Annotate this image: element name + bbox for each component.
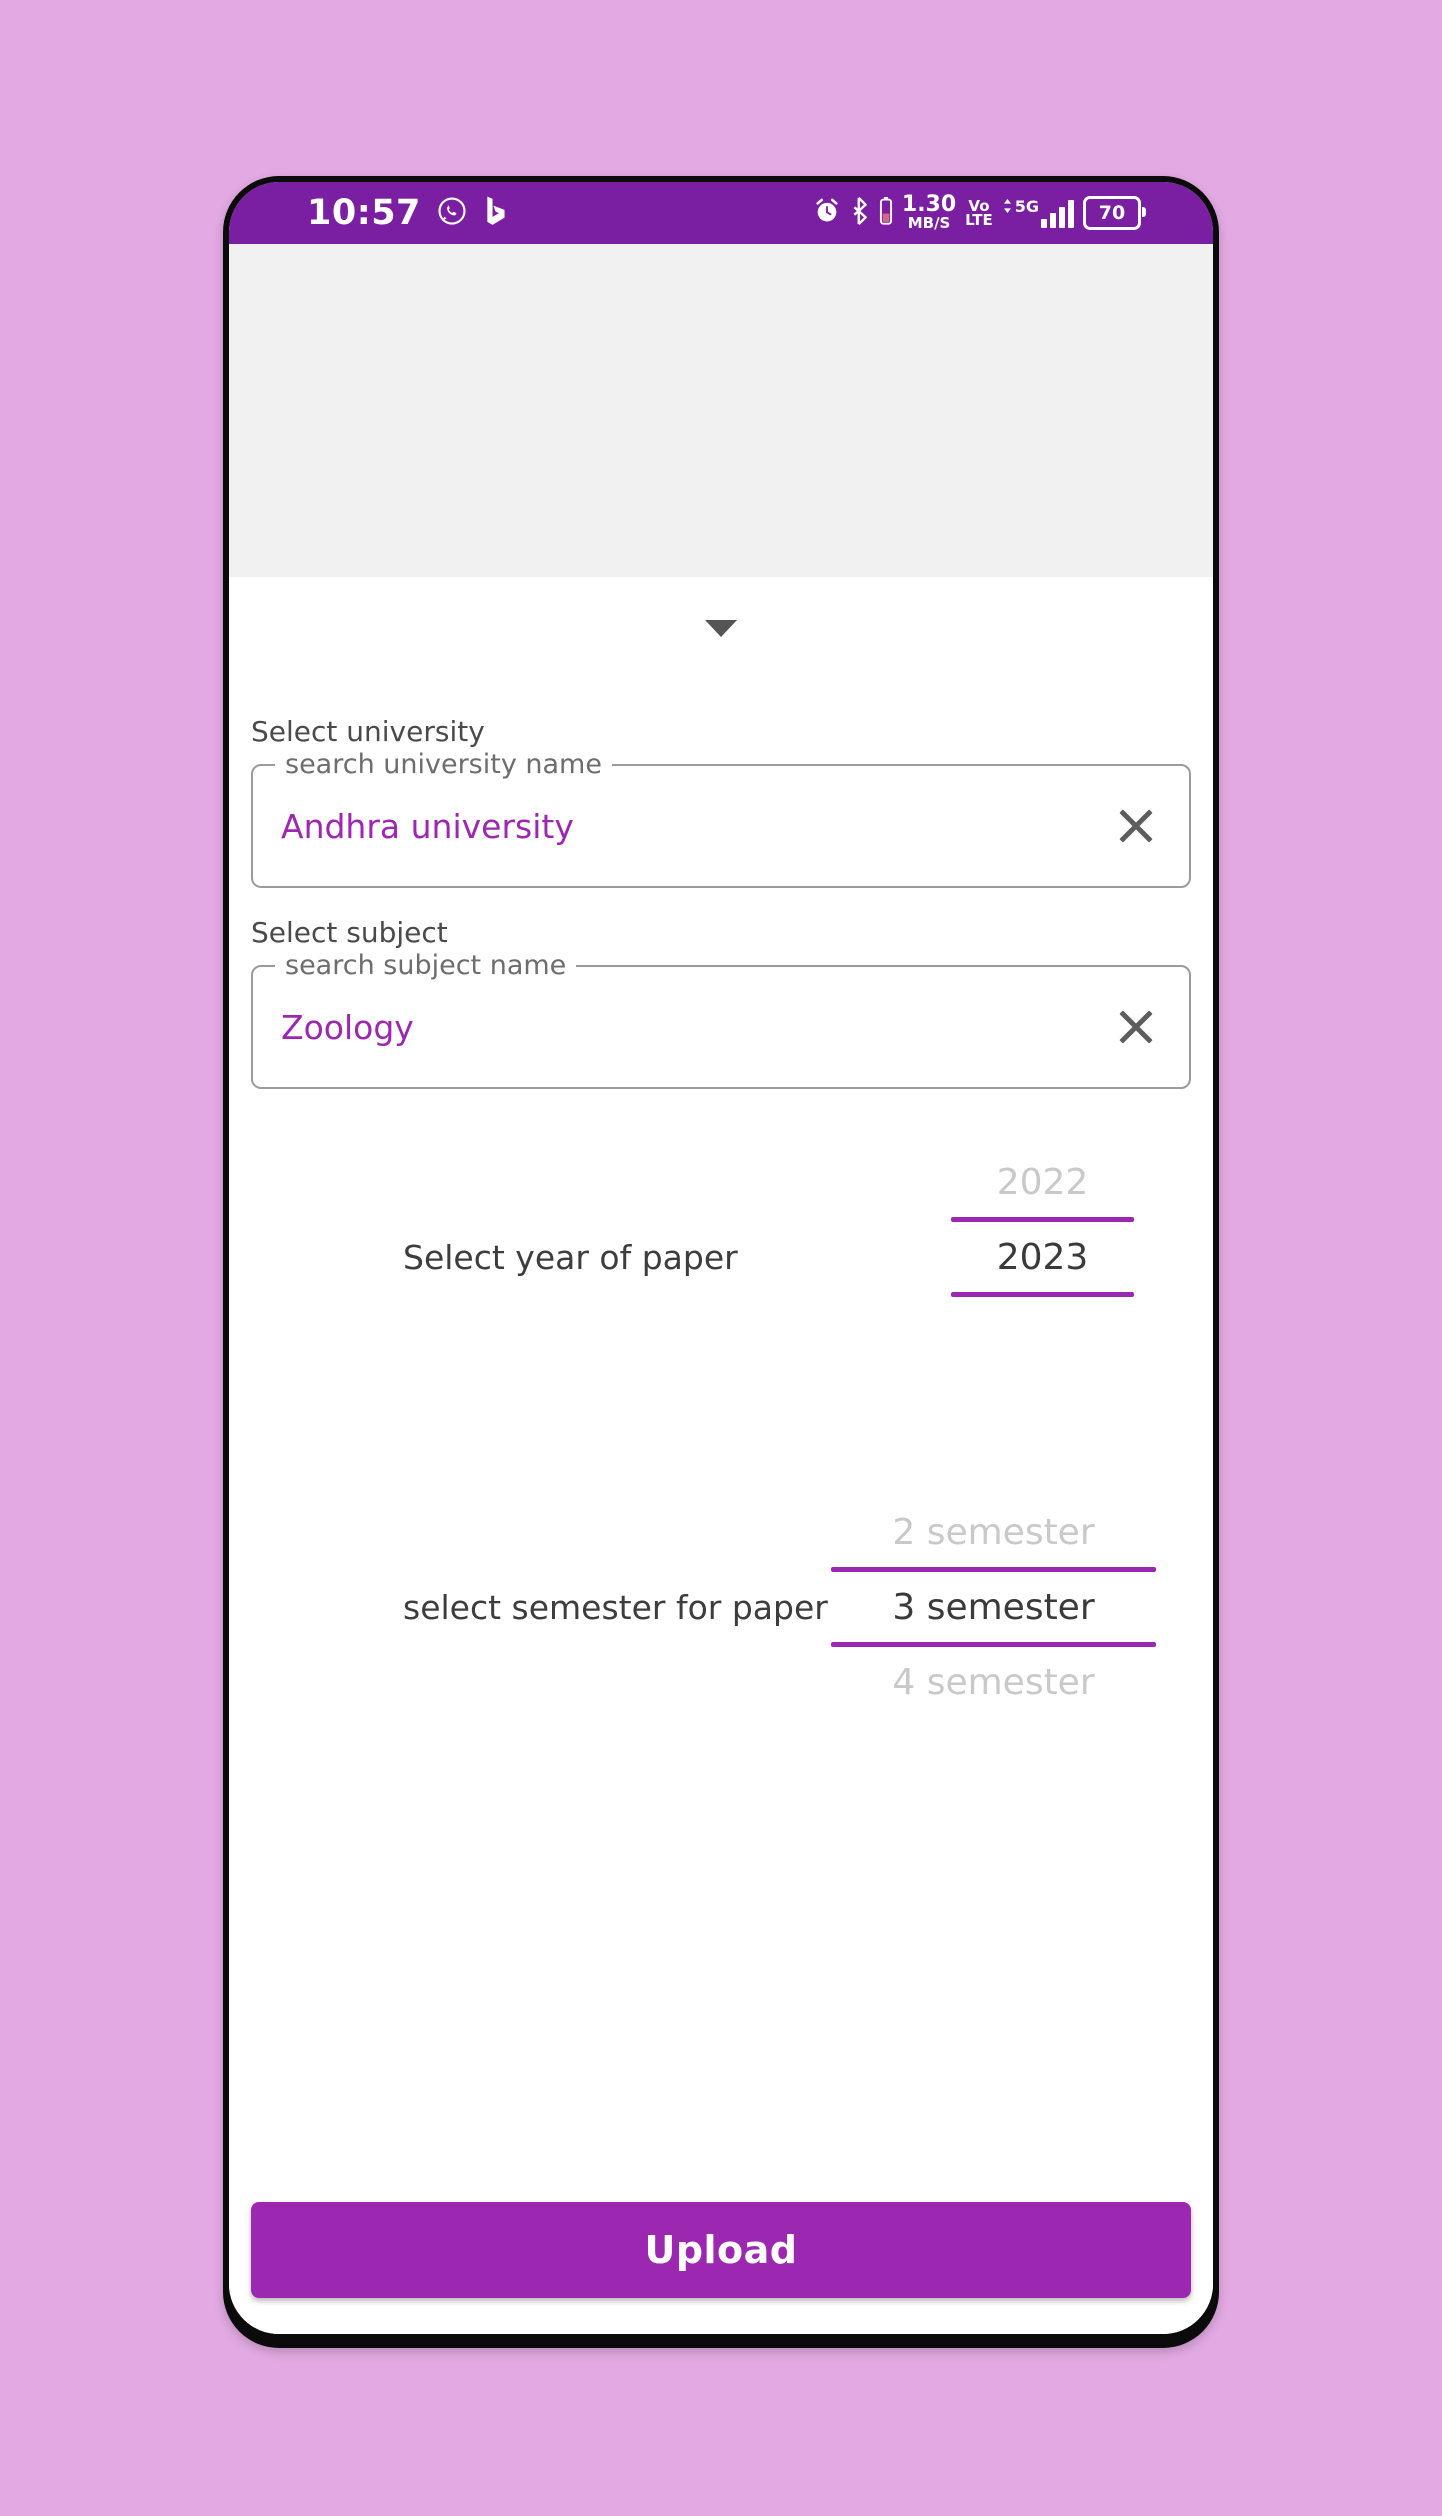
screenshot-root: 10:57 1.30 MB/S Vo LTE 5G 70 Select univ…: [0, 0, 1442, 2516]
image-preview-placeholder: [229, 244, 1213, 577]
whatsapp-icon: [437, 196, 467, 230]
status-bar: 10:57 1.30 MB/S Vo LTE 5G 70: [229, 182, 1213, 244]
chevron-down-icon[interactable]: [705, 619, 737, 637]
year-picker-row: Select year of paper 2022 2023: [229, 1147, 1213, 1367]
phone-device-frame: 10:57 1.30 MB/S Vo LTE 5G 70 Select univ…: [223, 176, 1219, 2348]
status-bar-left-group: 10:57: [307, 193, 509, 233]
university-heading: Select university: [251, 715, 485, 748]
subject-field-value: Zoology: [281, 1007, 414, 1047]
subject-field-group: Select subject search subject name Zoolo…: [229, 916, 1213, 1089]
dropdown-caret-row[interactable]: [229, 577, 1213, 675]
subject-clear-icon[interactable]: [1113, 1004, 1159, 1050]
year-option-selected[interactable]: 2023: [951, 1222, 1134, 1292]
volte-line-2: LTE: [965, 210, 993, 229]
network-generation-label: 5G: [1002, 197, 1039, 216]
semester-picker-row: select semester for paper 2 semester 3 s…: [229, 1497, 1213, 1717]
alarm-clock-icon: [813, 197, 841, 229]
network-generation-text: 5G: [1014, 197, 1039, 217]
university-field-value: Andhra university: [281, 806, 574, 846]
bing-icon: [483, 195, 509, 231]
network-speed-unit: MB/S: [907, 214, 951, 233]
phone-screen: 10:57 1.30 MB/S Vo LTE 5G 70 Select univ…: [229, 182, 1213, 2334]
semester-option-above[interactable]: 2 semester: [831, 1497, 1156, 1567]
signal-bars-icon: 5G: [1002, 197, 1074, 229]
network-speed-value: 1.30: [901, 192, 957, 218]
year-option-above[interactable]: 2022: [951, 1147, 1134, 1217]
semester-picker-wheel[interactable]: 2 semester 3 semester 4 semester: [831, 1497, 1156, 1717]
semester-option-below[interactable]: 4 semester: [831, 1647, 1156, 1717]
subject-heading: Select subject: [251, 916, 448, 949]
upload-button[interactable]: Upload: [251, 2202, 1191, 2298]
bluetooth-battery-icon: [879, 196, 893, 229]
year-option-below[interactable]: [951, 1297, 1134, 1367]
university-field-label: search university name: [275, 749, 612, 780]
university-field-group: Select university search university name…: [229, 715, 1213, 888]
battery-indicator: 70: [1083, 195, 1146, 230]
semester-picker-label: select semester for paper: [403, 1587, 828, 1627]
year-picker-label: Select year of paper: [403, 1237, 738, 1277]
subject-field-label: search subject name: [275, 950, 577, 981]
upload-form: Select university search university name…: [229, 577, 1213, 2334]
subject-search-input[interactable]: search subject name Zoology: [251, 950, 1191, 1089]
status-bar-right-group: 1.30 MB/S Vo LTE 5G 70: [813, 192, 1146, 233]
battery-percent-label: 70: [1098, 201, 1126, 224]
status-bar-clock: 10:57: [307, 193, 421, 233]
network-speed-indicator: 1.30 MB/S: [901, 192, 957, 233]
volte-indicator: Vo LTE: [965, 198, 993, 229]
university-clear-icon[interactable]: [1113, 803, 1159, 849]
year-picker-wheel[interactable]: 2022 2023: [951, 1147, 1134, 1367]
university-search-input[interactable]: search university name Andhra university: [251, 749, 1191, 888]
semester-option-selected[interactable]: 3 semester: [831, 1572, 1156, 1642]
signal-strength-bars: [1041, 200, 1074, 229]
bluetooth-icon: [850, 196, 870, 230]
